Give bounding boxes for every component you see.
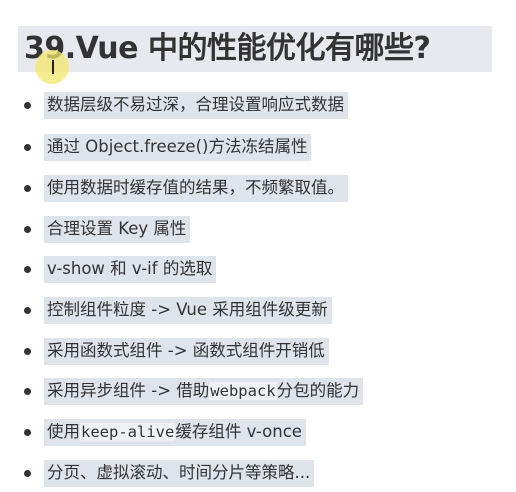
list-item-text: 使用keep-alive缓存组件 v-once [44, 419, 306, 446]
bullet-icon [24, 102, 31, 109]
bullet-icon [24, 429, 31, 436]
title-banner: 39.Vue 中的性能优化有哪些? [18, 26, 492, 72]
bullet-icon [24, 185, 31, 192]
list-item-text: 采用函数式组件 -> 函数式组件开销低 [44, 338, 329, 365]
bullet-icon [24, 144, 31, 151]
text-cursor-icon [52, 60, 54, 74]
bullet-icon [24, 388, 31, 395]
list-item-text: 合理设置 Key 属性 [44, 216, 191, 243]
inline-code: webpack [209, 382, 277, 400]
list-item-text-pre: 采用异步组件 -> 借助 [47, 381, 210, 400]
list-item-text: 数据层级不易过深，合理设置响应式数据 [44, 92, 348, 119]
bullet-icon [24, 266, 31, 273]
inline-code: keep-alive [80, 423, 176, 441]
list-item-text: 通过 Object.freeze()方法冻结属性 [44, 134, 312, 161]
list-item-text-pre: 使用 [47, 422, 80, 441]
bullet-icon [24, 307, 31, 314]
list-item-text-post: 分包的能力 [276, 381, 360, 400]
bullet-icon [24, 348, 31, 355]
list-item-text-post: 缓存组件 v-once [175, 422, 302, 441]
bullet-icon [24, 226, 31, 233]
list-item-text: 使用数据时缓存值的结果，不频繁取值。 [44, 175, 348, 202]
list-item-text: 采用异步组件 -> 借助webpack分包的能力 [44, 378, 364, 405]
list-item-text: 分页、虚拟滚动、时间分片等策略... [44, 460, 315, 487]
list-item-text: v-show 和 v-if 的选取 [44, 256, 217, 283]
page-title: 39.Vue 中的性能优化有哪些? [24, 31, 431, 66]
list-item-text: 控制组件粒度 -> Vue 采用组件级更新 [44, 297, 332, 324]
bullet-icon [24, 470, 31, 477]
